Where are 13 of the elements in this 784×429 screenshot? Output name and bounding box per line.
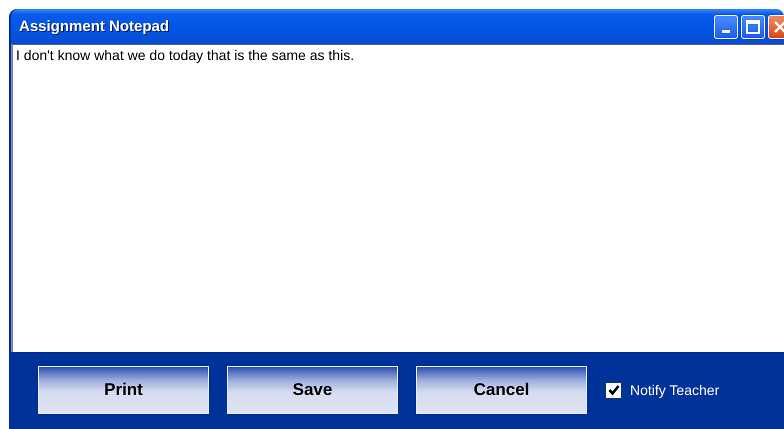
check-icon: [608, 384, 620, 396]
maximize-icon: [746, 20, 760, 34]
checkbox-label: Notify Teacher: [630, 382, 720, 398]
save-button[interactable]: Save: [227, 366, 398, 414]
cancel-button[interactable]: Cancel: [416, 366, 587, 414]
text-editor[interactable]: I don't know what we do today that is the same as this.: [11, 44, 784, 352]
minimize-button[interactable]: [714, 14, 738, 38]
minimize-icon: [722, 30, 730, 33]
window-title: Assignment Notepad: [19, 18, 170, 35]
notify-checkbox[interactable]: [605, 382, 622, 398]
print-button[interactable]: Print: [38, 366, 209, 414]
maximize-button[interactable]: [741, 14, 765, 38]
close-icon: [773, 20, 784, 34]
